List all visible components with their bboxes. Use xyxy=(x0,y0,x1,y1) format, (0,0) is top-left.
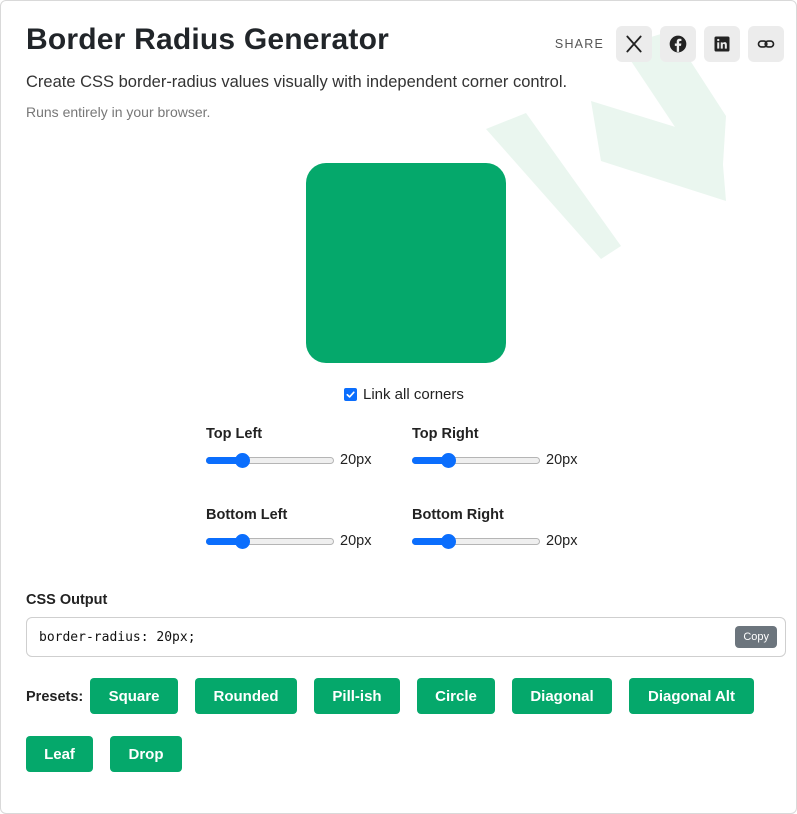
preset-circle-button[interactable]: Circle xyxy=(417,678,495,714)
linkedin-share-button[interactable] xyxy=(704,26,740,62)
top-right-label: Top Right xyxy=(412,426,479,442)
preset-square-button[interactable]: Square xyxy=(90,678,178,714)
preset-pillish-button[interactable]: Pill-ish xyxy=(314,678,400,714)
x-share-button[interactable] xyxy=(616,26,652,62)
app-frame: Border Radius Generator SHARE Create CSS… xyxy=(0,0,797,814)
slider-thumb[interactable] xyxy=(235,534,250,549)
checkmark-icon xyxy=(346,391,355,398)
share-bar: SHARE xyxy=(555,26,784,62)
copy-css-button[interactable]: Copy xyxy=(735,626,777,648)
link-corners-toggle[interactable]: Link all corners xyxy=(344,386,464,403)
css-output-code: border-radius: 20px; xyxy=(39,629,196,645)
bottom-right-slider[interactable] xyxy=(412,533,540,549)
link-corners-label: Link all corners xyxy=(363,386,464,403)
top-left-value: 20px xyxy=(340,452,372,468)
preset-diagonal-button[interactable]: Diagonal xyxy=(512,678,612,714)
preset-drop-button[interactable]: Drop xyxy=(110,736,182,772)
top-left-slider[interactable] xyxy=(206,452,334,468)
browser-note: Runs entirely in your browser. xyxy=(26,104,211,120)
top-right-slider[interactable] xyxy=(412,452,540,468)
bottom-left-value: 20px xyxy=(340,533,372,549)
share-label: SHARE xyxy=(554,37,604,51)
corner-control-bottom-right: Bottom Right 20px xyxy=(412,507,592,549)
top-left-label: Top Left xyxy=(206,426,263,442)
presets-label: Presets: xyxy=(26,689,84,705)
facebook-icon xyxy=(669,35,687,53)
copy-link-button[interactable] xyxy=(748,26,784,62)
preset-leaf-button[interactable]: Leaf xyxy=(26,736,93,772)
bottom-left-slider[interactable] xyxy=(206,533,334,549)
link-icon xyxy=(757,40,775,48)
css-output-label: CSS Output xyxy=(26,592,108,608)
bottom-left-label: Bottom Left xyxy=(206,507,288,523)
radius-preview-box xyxy=(306,163,506,363)
page-title: Border Radius Generator xyxy=(26,23,390,56)
linkedin-icon xyxy=(714,36,730,52)
bottom-right-value: 20px xyxy=(546,533,578,549)
slider-thumb[interactable] xyxy=(235,453,250,468)
slider-thumb[interactable] xyxy=(441,534,456,549)
corner-control-bottom-left: Bottom Left 20px xyxy=(206,507,386,549)
link-corners-checkbox[interactable] xyxy=(344,388,357,401)
slider-thumb[interactable] xyxy=(441,453,456,468)
preset-diagonal-alt-button[interactable]: Diagonal Alt xyxy=(629,678,754,714)
facebook-share-button[interactable] xyxy=(660,26,696,62)
corner-control-top-right: Top Right 20px xyxy=(412,426,592,468)
corner-control-top-left: Top Left 20px xyxy=(206,426,386,468)
css-output-box[interactable]: border-radius: 20px; Copy xyxy=(26,617,786,657)
top-right-value: 20px xyxy=(546,452,578,468)
preset-rounded-button[interactable]: Rounded xyxy=(195,678,297,714)
page-subtitle: Create CSS border-radius values visually… xyxy=(26,73,568,91)
x-logo-icon xyxy=(626,35,642,53)
bottom-right-label: Bottom Right xyxy=(412,507,504,523)
